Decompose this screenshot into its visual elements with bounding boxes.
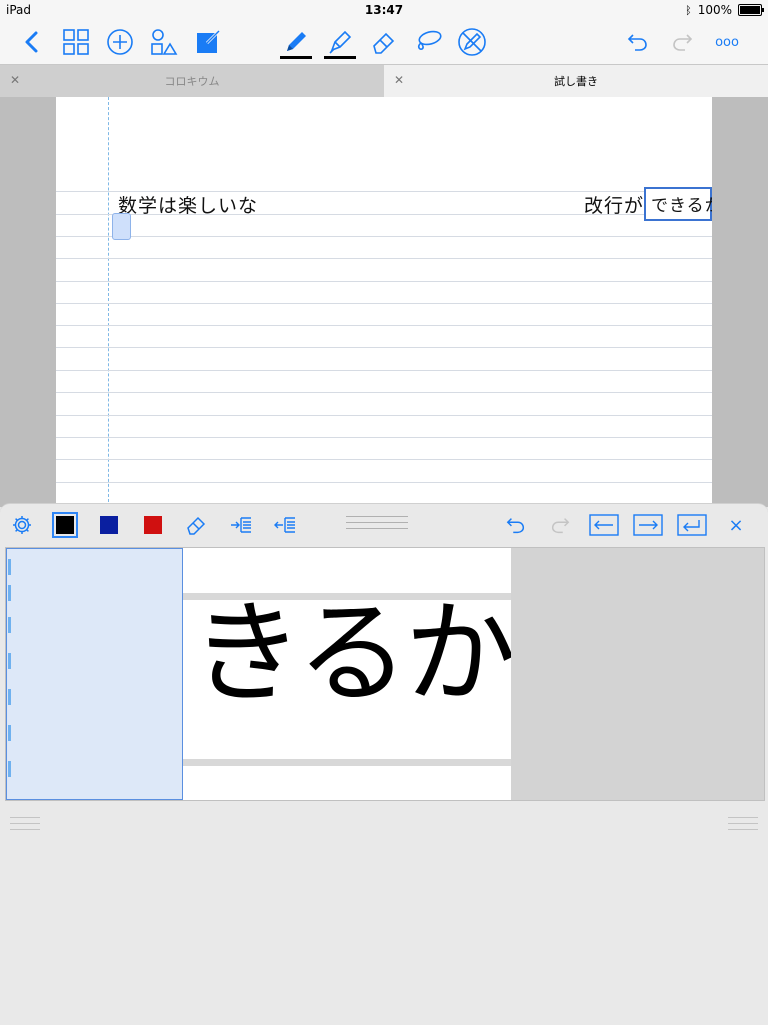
status-bar: iPad 13:47 ᛒ 100% [0, 0, 768, 22]
tab-label: 試し書き [554, 75, 598, 88]
add-page-button[interactable] [104, 26, 136, 58]
edit-square-icon[interactable] [192, 26, 224, 58]
undo-icon[interactable] [503, 512, 529, 538]
selection-tick [8, 585, 11, 601]
color-swatch-black [56, 516, 74, 534]
more-icon[interactable]: ooo [710, 26, 744, 58]
selection-tick [8, 617, 11, 633]
notebook-page[interactable]: 数学は楽しいな 改行が できるか [56, 97, 712, 507]
highlighter-active-indicator [324, 56, 356, 59]
selection-tick [8, 559, 11, 575]
ruled-line [56, 325, 712, 326]
main-toolbar: ooo [0, 22, 768, 65]
insertion-cursor[interactable] [112, 213, 131, 240]
ruled-line [56, 281, 712, 282]
handwriting-input-panel: × きるか [0, 503, 768, 1025]
resize-handle-right[interactable] [728, 817, 758, 831]
handwriting-canvas[interactable]: きるか [5, 547, 765, 801]
selection-tick [8, 725, 11, 741]
pen-icon[interactable] [280, 26, 312, 58]
battery-icon [738, 4, 764, 16]
tab-practice[interactable]: ✕ 試し書き [384, 65, 768, 97]
eraser-icon[interactable] [184, 512, 210, 538]
handwritten-text-right[interactable]: 改行が [584, 191, 644, 218]
tab-colloquium[interactable]: ✕ コロキウム [0, 65, 384, 97]
color-red-button[interactable] [140, 512, 166, 538]
close-icon[interactable]: ✕ [10, 73, 20, 87]
document-area: 数学は楽しいな 改行が できるか [0, 97, 768, 507]
ruled-line [56, 370, 712, 371]
newline-button[interactable] [677, 512, 707, 538]
ruled-line [56, 415, 712, 416]
bluetooth-icon: ᛒ [685, 3, 692, 17]
color-swatch-red [144, 516, 162, 534]
settings-gear-icon[interactable] [9, 512, 35, 538]
ruled-line [56, 482, 712, 483]
eraser-icon[interactable] [368, 26, 400, 58]
lasso-icon[interactable] [412, 26, 444, 58]
redo-icon[interactable] [666, 26, 698, 58]
tab-label: コロキウム [164, 75, 220, 88]
selection-tick [8, 761, 11, 777]
ruled-line [56, 236, 712, 237]
shapes-icon[interactable] [148, 26, 180, 58]
indent-left-icon[interactable] [272, 512, 298, 538]
panel-drag-handle[interactable] [346, 516, 408, 534]
move-left-button[interactable] [589, 512, 619, 538]
clock: 13:47 [364, 3, 404, 17]
redo-icon[interactable] [547, 512, 573, 538]
ruled-line [56, 347, 712, 348]
highlighter-icon[interactable] [324, 26, 356, 58]
handwritten-text-line1[interactable]: 数学は楽しいな [118, 191, 258, 218]
indent-right-icon[interactable] [228, 512, 254, 538]
color-blue-button[interactable] [96, 512, 122, 538]
active-selection-column[interactable] [6, 548, 183, 800]
handwritten-text-selected[interactable]: できるか [651, 191, 712, 216]
color-swatch-blue [100, 516, 118, 534]
selection-tick [8, 653, 11, 669]
close-panel-button[interactable]: × [723, 512, 749, 538]
ruled-line [56, 459, 712, 460]
selected-color-frame [52, 512, 78, 538]
resize-handle-left[interactable] [10, 817, 40, 831]
ruled-line [56, 258, 712, 259]
status-right: ᛒ 100% [685, 3, 764, 17]
color-black-button[interactable] [50, 510, 80, 540]
pen-active-indicator [280, 56, 312, 59]
input-panel-toolbar: × [0, 504, 768, 546]
grid-icon[interactable] [60, 26, 92, 58]
margin-line [108, 97, 109, 507]
ruled-line [56, 303, 712, 304]
ruled-line [56, 437, 712, 438]
move-right-button[interactable] [633, 512, 663, 538]
selection-tick [8, 689, 11, 705]
tab-bar: ✕ コロキウム ✕ 試し書き [0, 65, 768, 98]
back-button[interactable] [16, 26, 48, 58]
ruled-line [56, 392, 712, 393]
handwriting-strokes: きるか [191, 589, 511, 719]
pen-off-icon[interactable] [456, 26, 488, 58]
close-icon[interactable]: ✕ [394, 73, 404, 87]
undo-icon[interactable] [622, 26, 654, 58]
battery-percent: 100% [697, 3, 732, 17]
